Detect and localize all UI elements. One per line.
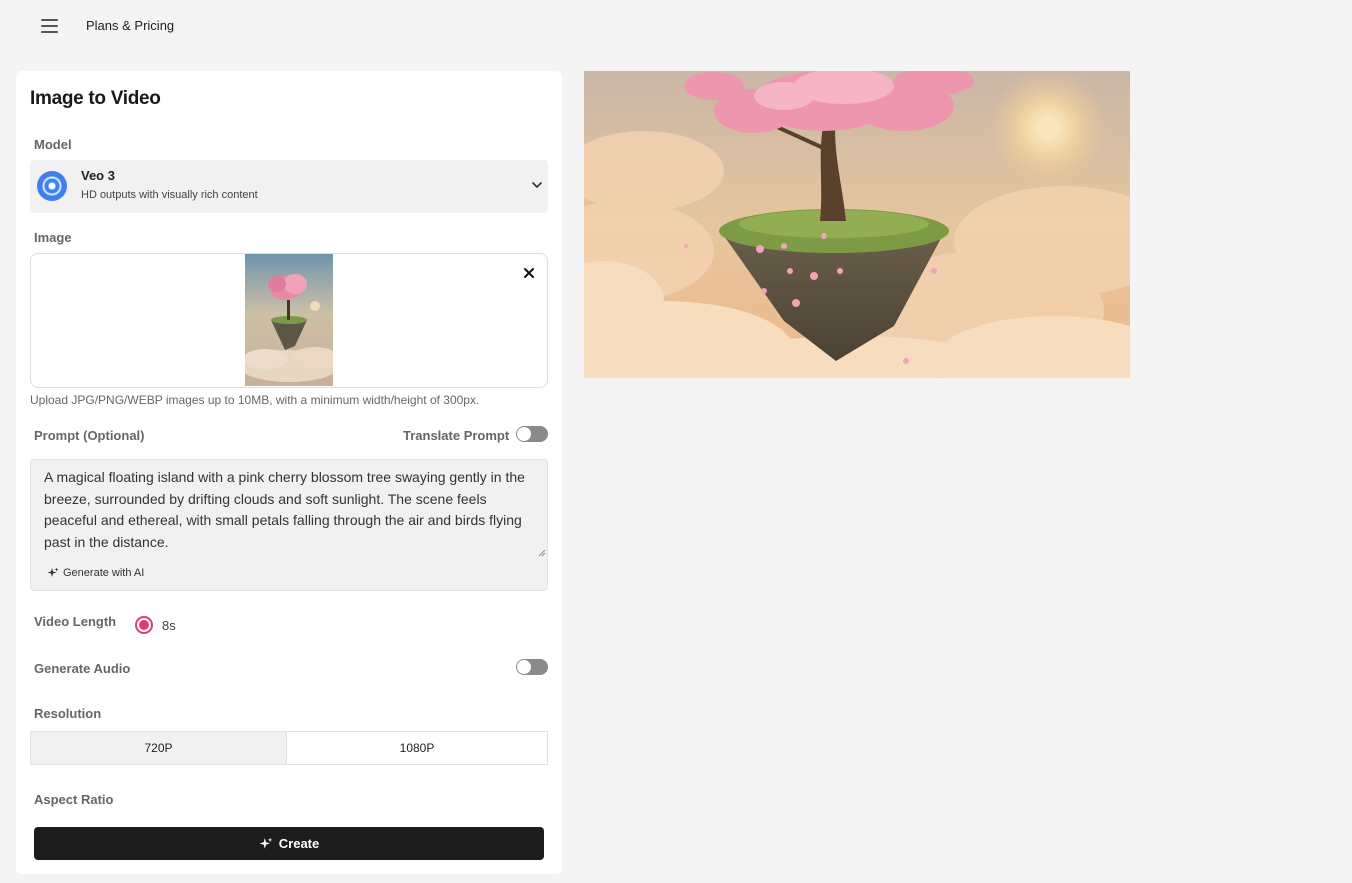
generate-with-ai-label: Generate with AI xyxy=(63,567,145,579)
uploaded-image-thumbnail xyxy=(245,254,333,386)
translate-prompt-toggle[interactable] xyxy=(516,426,548,442)
image-upload-box[interactable] xyxy=(30,253,548,388)
video-length-8s-label: 8s xyxy=(162,618,176,633)
sparkle-icon xyxy=(47,567,59,577)
resolution-label: Resolution xyxy=(34,706,102,721)
close-icon[interactable] xyxy=(521,265,537,281)
resize-grip-icon[interactable] xyxy=(538,549,546,557)
model-select[interactable]: Veo 3 HD outputs with visually rich cont… xyxy=(30,160,548,213)
video-length-8s-radio[interactable] xyxy=(135,616,153,634)
generate-audio-toggle[interactable] xyxy=(516,659,548,675)
aspect-ratio-label: Aspect Ratio xyxy=(34,792,114,807)
page-title: Image to Video xyxy=(30,88,161,109)
upload-hint: Upload JPG/PNG/WEBP images up to 10MB, w… xyxy=(30,393,480,407)
sparkle-icon xyxy=(259,837,273,849)
generate-audio-label: Generate Audio xyxy=(34,661,131,676)
resolution-1080p-option[interactable]: 1080P xyxy=(287,732,547,764)
video-length-label: Video Length xyxy=(34,614,117,629)
resolution-720p-option[interactable]: 720P xyxy=(31,732,287,764)
prompt-text: A magical floating island with a pink ch… xyxy=(44,469,525,550)
create-button[interactable]: Create xyxy=(34,827,544,860)
generated-video-preview[interactable] xyxy=(584,71,1130,378)
chevron-down-icon xyxy=(532,182,542,188)
create-button-label: Create xyxy=(278,836,320,851)
resolution-selector: 720P 1080P xyxy=(30,731,548,765)
top-bar: Plans & Pricing xyxy=(0,0,1352,52)
model-description: HD outputs with visually rich content xyxy=(81,189,258,201)
generate-with-ai-button[interactable]: Generate with AI xyxy=(47,567,144,579)
model-name: Veo 3 xyxy=(81,168,115,183)
model-label: Model xyxy=(34,137,72,152)
translate-prompt-label: Translate Prompt xyxy=(403,428,510,443)
image-label: Image xyxy=(34,230,72,245)
menu-icon[interactable] xyxy=(36,15,62,37)
plans-pricing-link[interactable]: Plans & Pricing xyxy=(86,18,174,33)
image-to-video-panel: Image to Video Model Veo 3 HD outputs wi… xyxy=(16,71,562,874)
prompt-label: Prompt (Optional) xyxy=(34,428,145,443)
veo-logo-icon xyxy=(37,171,67,201)
prompt-textarea[interactable]: A magical floating island with a pink ch… xyxy=(30,459,548,591)
